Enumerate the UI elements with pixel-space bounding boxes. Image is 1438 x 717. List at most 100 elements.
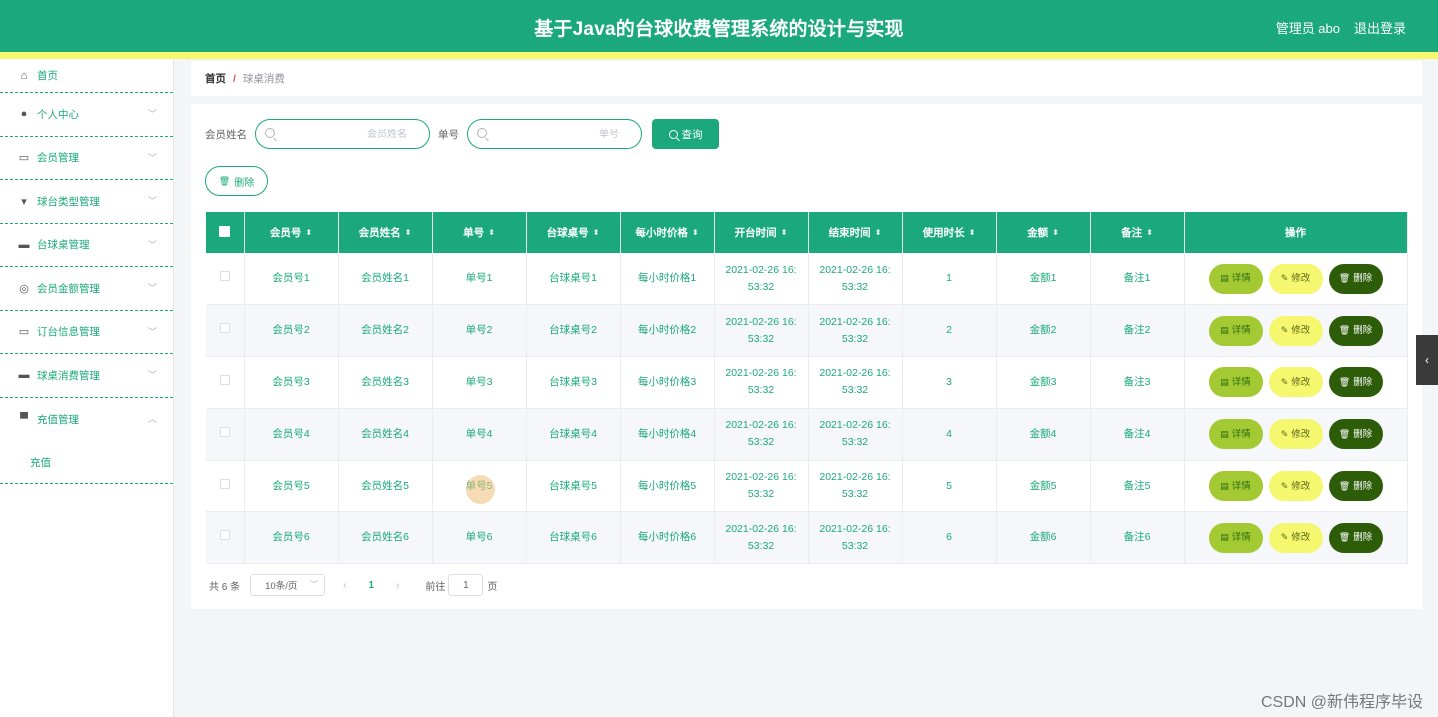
cell-note: 备注4 — [1090, 408, 1185, 461]
column-header[interactable]: 金额 ⬍ — [996, 212, 1091, 253]
sort-icon[interactable]: ⬍ — [1146, 229, 1153, 237]
row-checkbox[interactable] — [219, 374, 230, 385]
cell-note: 备注2 — [1090, 304, 1185, 358]
detail-button[interactable]: ▤ 详情 — [1208, 367, 1263, 398]
chat-icon: ▭ — [18, 152, 30, 165]
column-header[interactable]: 会员号 ⬍ — [244, 212, 339, 253]
consumption-table: 会员号 ⬍ 会员姓名 ⬍ 单号 ⬍ 台球桌号 ⬍ 每小时价格 ⬍ 开台时间 ⬍ 结束时间 ⬍ … — [206, 212, 1408, 565]
cell-amount: 金额2 — [996, 304, 1091, 358]
goto-page-input[interactable] — [448, 574, 484, 596]
edit-button[interactable]: ✎ 修改 — [1268, 367, 1323, 398]
page-number-current[interactable]: 1 — [368, 580, 374, 591]
delete-button[interactable]: 🗑 删除 — [1328, 522, 1383, 553]
document-icon: ▤ — [1220, 428, 1229, 439]
edit-button[interactable]: ✎ 修改 — [1268, 263, 1323, 294]
flag-icon: ▾ — [21, 195, 27, 208]
detail-button[interactable]: ▤ 详情 — [1208, 522, 1263, 553]
column-header[interactable]: 每小时价格 ⬍ — [620, 212, 715, 253]
query-button-label: 查询 — [681, 128, 703, 141]
sort-icon[interactable]: ⬍ — [781, 229, 788, 237]
cell-actions: ▤ 详情 ✎ 修改 🗑 删除 — [1184, 356, 1408, 409]
cell-end-time: 2021-02-26 16: 53:32 — [808, 408, 903, 461]
app-header: 基于Java的台球收费管理系统的设计与实现 管理员 abo 退出登录 — [0, 0, 1438, 52]
pencil-icon: ✎ — [1280, 532, 1289, 543]
trash-icon: 🗑 — [1338, 325, 1351, 336]
edit-button[interactable]: ✎ 修改 — [1268, 419, 1323, 450]
page-size-select[interactable]: 10条/页 ﹀ — [250, 574, 326, 596]
detail-button[interactable]: ▤ 详情 — [1208, 471, 1263, 502]
sidebar-item-home[interactable]: ⌂ 首页 — [0, 59, 173, 93]
column-header[interactable]: 开台时间 ⬍ — [714, 212, 809, 253]
sidebar-item-personal-center[interactable]: ● 个人中心 ﹀ — [0, 93, 173, 137]
cell-duration: 3 — [902, 356, 997, 409]
cell-start-time: 2021-02-26 16: 53:32 — [714, 460, 809, 513]
column-header[interactable]: 台球桌号 ⬍ — [526, 212, 621, 253]
sort-icon[interactable]: ⬍ — [969, 229, 976, 237]
column-header[interactable]: 备注 ⬍ — [1090, 212, 1185, 253]
cell-order-no: 单号6 — [432, 511, 527, 565]
row-checkbox[interactable] — [219, 426, 230, 437]
detail-button[interactable]: ▤ 详情 — [1208, 315, 1263, 346]
sidebar-item-booking-management[interactable]: ▭ 订台信息管理 ﹀ — [0, 311, 173, 354]
detail-button[interactable]: ▤ 详情 — [1208, 419, 1263, 450]
chevron-down-icon: ﹀ — [147, 370, 157, 381]
order-no-label: 单号 — [438, 128, 459, 141]
sidebar-item-billiard-table-management[interactable]: ▬ 台球桌管理 ﹀ — [0, 224, 173, 267]
row-checkbox[interactable] — [219, 478, 230, 489]
query-button[interactable]: 查询 — [652, 119, 719, 149]
sidebar-item-table-type-management[interactable]: ▾ 球台类型管理 ﹀ — [0, 180, 173, 224]
current-user: 管理员 abo — [1275, 21, 1340, 36]
sidebar-item-consumption-management[interactable]: ▬ 球桌消费管理 ﹀ — [0, 354, 173, 398]
home-icon: ⌂ — [20, 69, 28, 82]
delete-button[interactable]: 🗑 删除 — [1328, 471, 1383, 502]
sidebar-item-recharge-management[interactable]: ▀ 充值管理 ︿ — [0, 398, 173, 442]
row-select-cell — [206, 511, 245, 565]
sort-icon[interactable]: ⬍ — [692, 229, 699, 237]
delete-button[interactable]: 🗑 删除 — [1328, 419, 1383, 450]
cell-member-name: 会员姓名1 — [338, 253, 433, 306]
detail-button[interactable]: ▤ 详情 — [1208, 263, 1263, 294]
sort-icon[interactable]: ⬍ — [875, 229, 882, 237]
column-header[interactable]: 单号 ⬍ — [432, 212, 527, 253]
next-page-button[interactable]: › — [396, 580, 399, 591]
sort-icon[interactable]: ⬍ — [405, 229, 412, 237]
edit-button[interactable]: ✎ 修改 — [1268, 522, 1323, 553]
row-checkbox[interactable] — [219, 271, 230, 282]
delete-button[interactable]: 🗑 删除 — [1328, 315, 1383, 346]
cell-hourly-price: 每小时价格1 — [620, 253, 715, 306]
cell-member-no: 会员号4 — [244, 408, 339, 461]
sort-icon[interactable]: ⬍ — [488, 229, 495, 237]
breadcrumb-home[interactable]: 首页 — [205, 71, 226, 86]
edit-button[interactable]: ✎ 修改 — [1268, 315, 1323, 346]
cell-amount: 金额5 — [996, 460, 1091, 513]
sidebar-item-member-management[interactable]: ▭ 会员管理 ﹀ — [0, 137, 173, 180]
sort-icon[interactable]: ⬍ — [593, 229, 600, 237]
sort-icon[interactable]: ⬍ — [1052, 229, 1059, 237]
batch-delete-button[interactable]: 🗑 删除 — [205, 166, 268, 196]
cell-order-no: 单号5 — [432, 460, 527, 513]
cell-member-no: 会员号2 — [244, 304, 339, 358]
edit-button[interactable]: ✎ 修改 — [1268, 471, 1323, 502]
logout-link[interactable]: 退出登录 — [1354, 18, 1406, 37]
order-no-input[interactable] — [468, 128, 641, 140]
select-all-checkbox[interactable] — [219, 225, 231, 237]
pencil-icon: ✎ — [1280, 376, 1289, 387]
prev-page-button[interactable]: ‹ — [343, 580, 346, 591]
member-name-input[interactable] — [256, 128, 429, 140]
column-header[interactable]: 结束时间 ⬍ — [808, 212, 903, 253]
row-checkbox[interactable] — [219, 323, 230, 334]
column-header[interactable]: 使用时长 ⬍ — [902, 212, 997, 253]
sidebar-item-member-balance-management[interactable]: ◎ 会员金额管理 ﹀ — [0, 267, 173, 311]
breadcrumb: 首页 / 球桌消费 — [191, 61, 1422, 96]
collapse-toggle-button[interactable]: ‹ — [1416, 335, 1438, 385]
sort-icon[interactable]: ⬍ — [305, 229, 312, 237]
sidebar-subitem-recharge[interactable]: 充值 — [0, 441, 173, 484]
column-header[interactable]: 会员姓名 ⬍ — [338, 212, 433, 253]
sidebar-item-label: 会员管理 — [37, 152, 79, 165]
cell-start-time: 2021-02-26 16: 53:32 — [714, 356, 809, 409]
table-row: 会员号5 会员姓名5 单号5 台球桌号5 每小时价格5 2021-02-26 16: 53:… — [206, 460, 1408, 513]
delete-button[interactable]: 🗑 删除 — [1328, 367, 1383, 398]
delete-button[interactable]: 🗑 删除 — [1328, 263, 1383, 294]
row-checkbox[interactable] — [219, 530, 230, 541]
cell-order-no: 单号3 — [432, 356, 527, 409]
